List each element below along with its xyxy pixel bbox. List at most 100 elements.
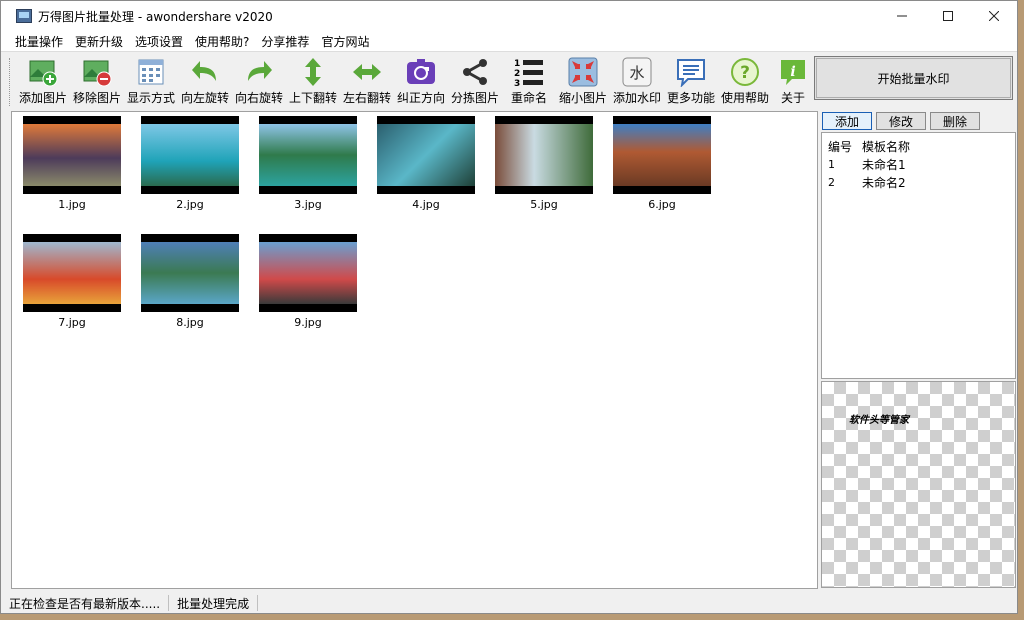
thumb-filename: 7.jpg: [58, 316, 86, 329]
svg-text:3: 3: [514, 79, 520, 87]
thumb-filename: 5.jpg: [530, 198, 558, 211]
window-title: 万得图片批量处理 - awondershare v2020: [38, 9, 273, 24]
rename-button[interactable]: 123 重命名: [503, 56, 555, 106]
thumb-image: [495, 124, 593, 186]
thumb-image: [613, 124, 711, 186]
rotate-left-button[interactable]: 向左旋转: [179, 56, 231, 106]
title-bar: 万得图片批量处理 - awondershare v2020: [1, 1, 1017, 31]
more-features-button[interactable]: 更多功能: [665, 56, 717, 106]
menu-options[interactable]: 选项设置: [129, 33, 189, 50]
thumb-image: [23, 242, 121, 304]
add-watermark-button[interactable]: 水 添加水印: [611, 56, 663, 106]
column-id[interactable]: 编号: [822, 138, 862, 155]
share-sort-icon: [463, 59, 487, 85]
thumb-filename: 3.jpg: [294, 198, 322, 211]
maximize-icon: [943, 11, 953, 21]
thumb-filename: 8.jpg: [176, 316, 204, 329]
minimize-button[interactable]: [879, 1, 925, 31]
rotate-right-button[interactable]: 向右旋转: [233, 56, 285, 106]
watermark-preview-text: 软件头等管家: [849, 415, 909, 426]
help-icon: ?: [731, 58, 759, 86]
template-row[interactable]: 1 未命名1: [822, 155, 1015, 173]
thumb-image: [259, 124, 357, 186]
menu-bar: 批量操作 更新升级 选项设置 使用帮助? 分享推荐 官方网站: [1, 31, 1017, 51]
menu-website[interactable]: 官方网站: [315, 33, 375, 50]
thumb-image: [377, 124, 475, 186]
auto-orient-button[interactable]: 纠正方向: [395, 56, 447, 106]
template-name: 未命名1: [862, 157, 906, 172]
help-button[interactable]: ? 使用帮助: [719, 56, 771, 106]
image-thumb-2[interactable]: 2.jpg: [141, 116, 239, 211]
svg-text:水: 水: [629, 64, 644, 82]
image-thumb-8[interactable]: 8.jpg: [141, 234, 239, 329]
maximize-button[interactable]: [925, 1, 971, 31]
add-image-icon: [29, 60, 58, 87]
template-id: 2: [828, 175, 835, 189]
minimize-icon: [897, 15, 907, 17]
template-row[interactable]: 2 未命名2: [822, 173, 1015, 191]
status-batch: 批量处理完成: [169, 595, 259, 611]
add-template-button[interactable]: 添加: [822, 112, 872, 130]
more-features-icon: [677, 59, 705, 87]
add-image-button[interactable]: 添加图片: [17, 56, 69, 106]
menu-share[interactable]: 分享推荐: [255, 33, 315, 50]
svg-text:?: ?: [740, 63, 750, 83]
close-icon: [989, 11, 999, 21]
image-thumb-4[interactable]: 4.jpg: [377, 116, 475, 211]
sort-images-button[interactable]: 分拣图片: [449, 56, 501, 106]
remove-image-icon: [83, 60, 112, 87]
toolbar-grip[interactable]: [9, 58, 12, 106]
watermark-icon: 水: [622, 57, 652, 87]
image-thumb-9[interactable]: 9.jpg: [259, 234, 357, 329]
grid-view-icon: [138, 59, 164, 85]
image-thumb-1[interactable]: 1.jpg: [23, 116, 121, 211]
template-actions: 添加 修改 删除: [822, 112, 980, 130]
thumb-image: [141, 242, 239, 304]
rotate-right-icon: [248, 61, 272, 81]
remove-image-button[interactable]: 移除图片: [71, 56, 123, 106]
about-button[interactable]: i 关于: [773, 56, 813, 106]
delete-template-button[interactable]: 删除: [930, 112, 980, 130]
thumb-filename: 9.jpg: [294, 316, 322, 329]
shrink-image-button[interactable]: 缩小图片: [557, 56, 609, 106]
template-list-header: 编号 模板名称: [822, 137, 1015, 155]
flip-horizontal-icon: [353, 64, 381, 80]
svg-text:1: 1: [514, 59, 520, 69]
shrink-icon: [568, 57, 598, 87]
thumb-filename: 4.jpg: [412, 198, 440, 211]
template-name: 未命名2: [862, 175, 906, 190]
image-thumb-7[interactable]: 7.jpg: [23, 234, 121, 329]
svg-text:2: 2: [514, 69, 520, 79]
template-id: 1: [828, 157, 835, 171]
template-list[interactable]: 编号 模板名称 1 未命名1 2 未命名2: [821, 132, 1016, 379]
status-bar: 正在检查是否有最新版本..... 批量处理完成: [1, 593, 1017, 613]
watermark-preview: 软件头等管家: [821, 381, 1016, 588]
thumb-filename: 6.jpg: [648, 198, 676, 211]
image-thumb-6[interactable]: 6.jpg: [613, 116, 711, 211]
status-update-check: 正在检查是否有最新版本.....: [1, 595, 170, 611]
svg-text:i: i: [790, 64, 795, 80]
thumb-filename: 1.jpg: [58, 198, 86, 211]
app-window: 万得图片批量处理 - awondershare v2020 批量操作 更新升级 …: [0, 0, 1018, 614]
edit-template-button[interactable]: 修改: [876, 112, 926, 130]
display-mode-button[interactable]: 显示方式: [125, 56, 177, 106]
info-icon: i: [781, 60, 805, 85]
thumb-image: [259, 242, 357, 304]
rotate-left-icon: [192, 61, 216, 81]
menu-update[interactable]: 更新升级: [69, 33, 129, 50]
close-button[interactable]: [971, 1, 1017, 31]
image-thumb-5[interactable]: 5.jpg: [495, 116, 593, 211]
auto-orient-icon: [407, 59, 435, 84]
menu-batch[interactable]: 批量操作: [9, 33, 69, 50]
flip-vertical-button[interactable]: 上下翻转: [287, 56, 339, 106]
numbered-list-icon: 123: [514, 59, 543, 87]
thumb-filename: 2.jpg: [176, 198, 204, 211]
menu-help[interactable]: 使用帮助?: [189, 33, 255, 50]
image-gallery[interactable]: 1.jpg 2.jpg 3.jpg 4.jpg 5.jpg 6.jpg 7.jp…: [11, 111, 818, 589]
start-batch-watermark-button[interactable]: 开始批量水印: [814, 56, 1013, 100]
column-name[interactable]: 模板名称: [862, 138, 1015, 155]
app-icon: [16, 9, 32, 23]
flip-vertical-icon: [305, 58, 321, 86]
flip-horizontal-button[interactable]: 左右翻转: [341, 56, 393, 106]
image-thumb-3[interactable]: 3.jpg: [259, 116, 357, 211]
